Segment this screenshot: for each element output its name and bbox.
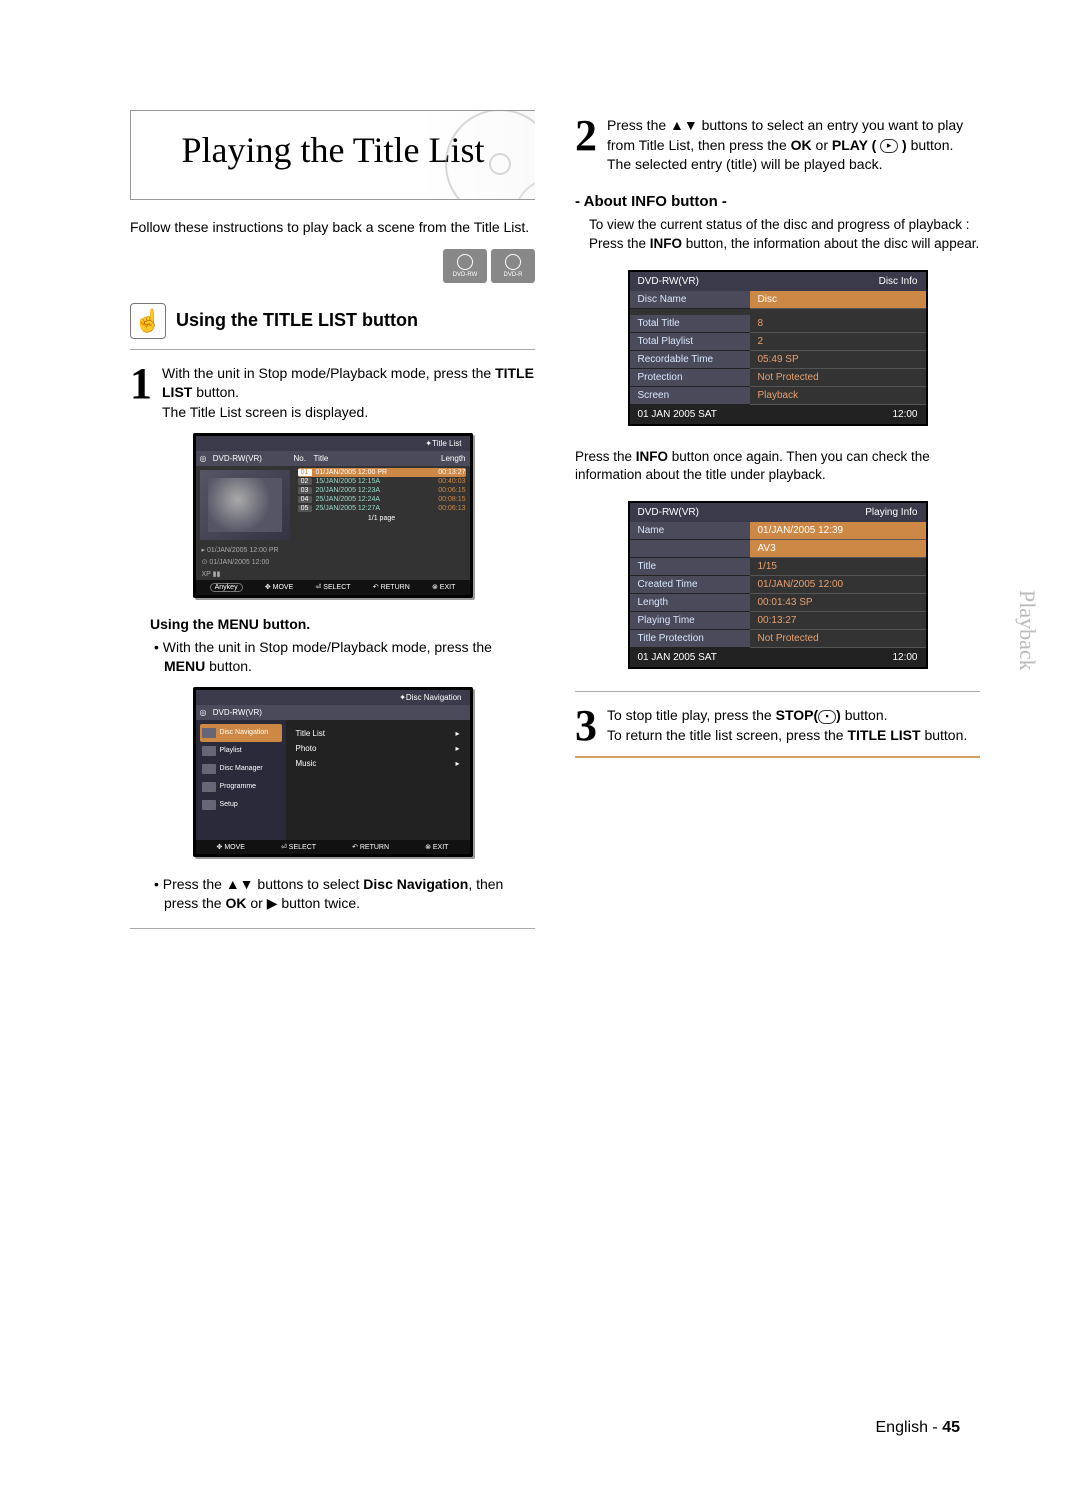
step-1-body: With the unit in Stop mode/Playback mode… [162, 364, 535, 423]
page-footer: English - 45 [876, 1419, 961, 1437]
hand-icon: ☝ [130, 303, 166, 339]
step-number-2: 2 [575, 116, 597, 175]
side-tab-playback: Playback [1014, 590, 1040, 671]
about-info-heading: - About INFO button - [575, 193, 980, 210]
menu-subheading: Using the MENU button. [150, 616, 535, 632]
step-number-1: 1 [130, 364, 152, 423]
page-title-block: Playing the Title List [130, 110, 535, 200]
osd-preview-thumb [200, 470, 290, 540]
divider [130, 928, 535, 929]
step-1: 1 With the unit in Stop mode/Playback mo… [130, 364, 535, 423]
menu-bullet-1: • With the unit in Stop mode/Playback mo… [154, 638, 535, 677]
section-header-titlelist: ☝ Using the TITLE LIST button [130, 297, 535, 350]
osd-title-rows: 0101/JAN/2005 12:00 PR00:13:27 0215/JAN/… [294, 466, 470, 580]
dvd-rw-badge: DVD-RW [443, 249, 487, 283]
divider [575, 691, 980, 692]
intro-text: Follow these instructions to play back a… [130, 218, 535, 237]
disc-info-panel: DVD-RW(VR)Disc Info Disc NameDisc Total … [628, 270, 928, 426]
dvd-r-badge: DVD-R [491, 249, 535, 283]
osd-title-list: ✦ Title List ◎ DVD-RW(VR) No. Title Leng… [193, 433, 473, 598]
osd-disc-navigation: ✦ Disc Navigation ◎ DVD-RW(VR) Disc Navi… [193, 687, 473, 857]
info-again-text: Press the INFO button once again. Then y… [575, 448, 980, 486]
step-3: 3 To stop title play, press the STOP(▪) … [575, 706, 980, 746]
step-3-body: To stop title play, press the STOP(▪) bu… [607, 706, 980, 746]
play-icon: ▸ [880, 139, 898, 153]
playing-info-panel: DVD-RW(VR)Playing Info Name01/JAN/2005 1… [628, 501, 928, 669]
about-info-body: To view the current status of the disc a… [589, 216, 980, 254]
stop-icon: ▪ [818, 710, 836, 724]
step-2-body: Press the ▲▼ buttons to select an entry … [607, 116, 980, 175]
step-2: 2 Press the ▲▼ buttons to select an entr… [575, 116, 980, 175]
section-heading: Using the TITLE LIST button [176, 310, 418, 331]
orange-divider [575, 756, 980, 758]
step-number-3: 3 [575, 706, 597, 746]
disc-badges: DVD-RW DVD-R [130, 249, 535, 283]
menu-bullet-2: • Press the ▲▼ buttons to select Disc Na… [154, 875, 535, 914]
